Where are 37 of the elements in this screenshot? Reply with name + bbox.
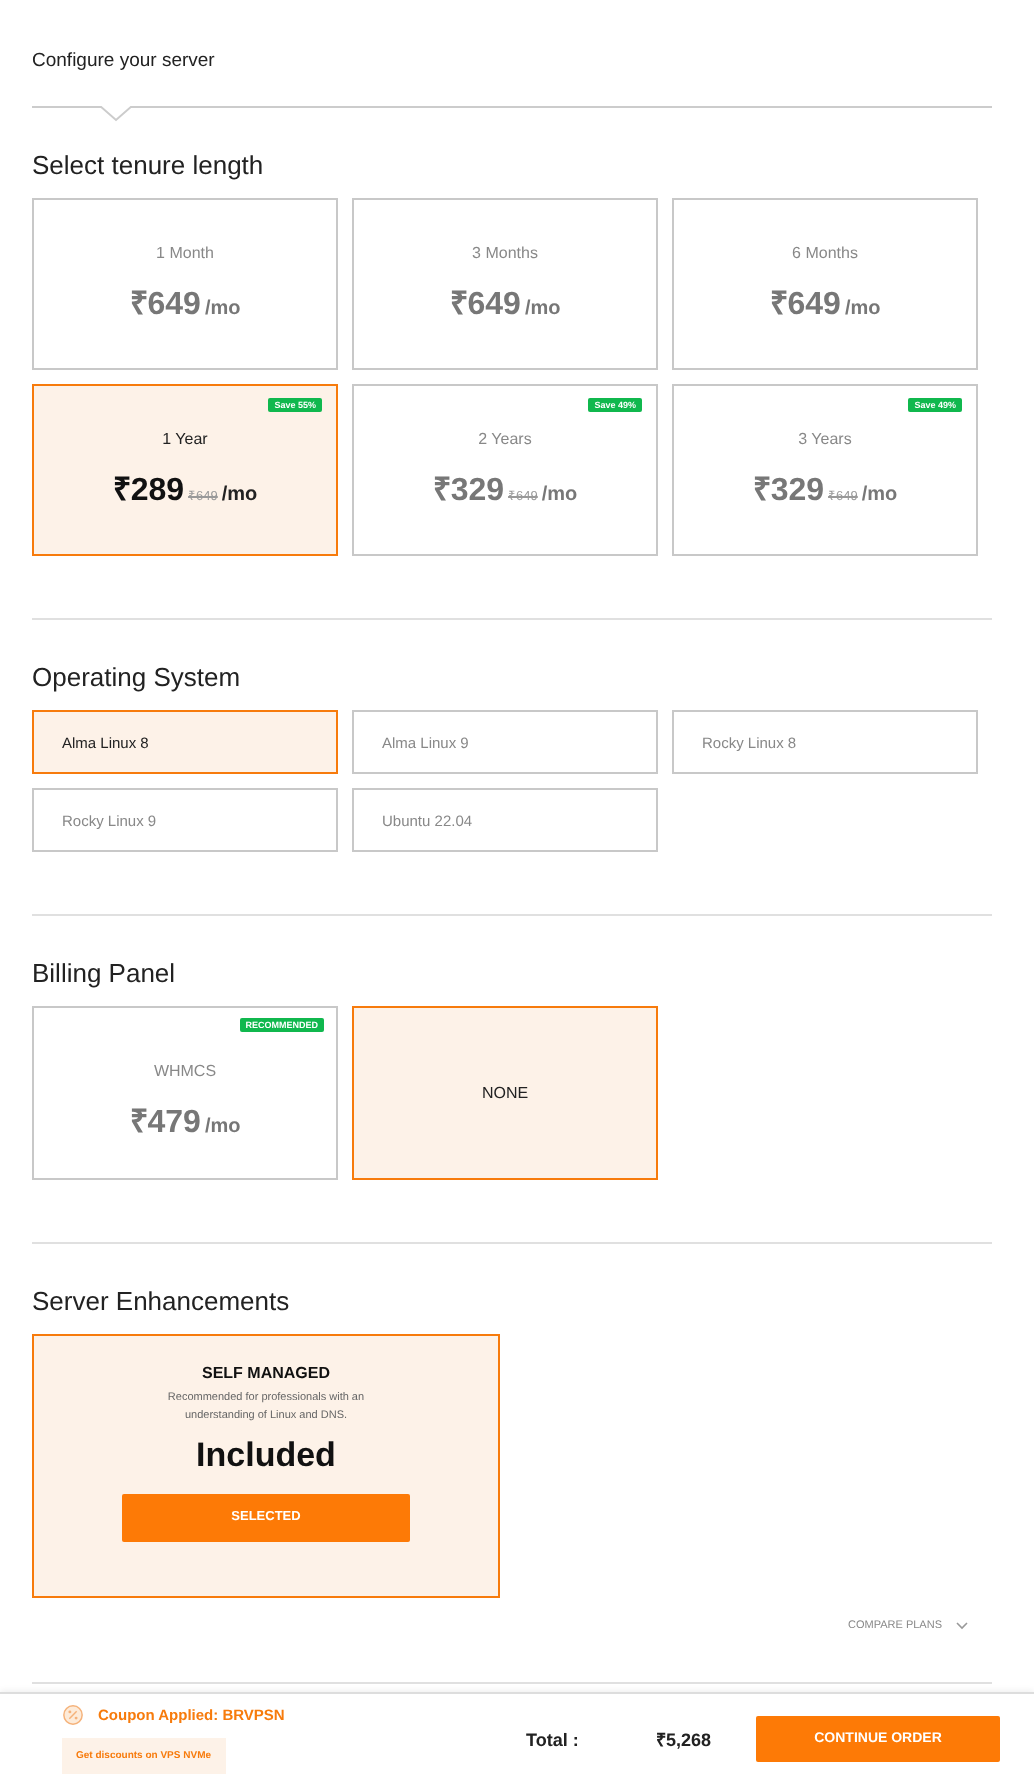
section-title: Server Enhancements [32, 1286, 290, 1316]
section-title: Select tenure length [32, 150, 264, 180]
price-unit: /mo [221, 484, 258, 506]
billing-option[interactable]: NONE [352, 1006, 658, 1180]
price-unit: /mo [844, 298, 881, 320]
plan-name: SELF MANAGED [202, 1364, 330, 1382]
tenure-label: 1 Year [162, 430, 208, 448]
panel-label: WHMCS [153, 1061, 217, 1079]
tenure-option[interactable]: 6 Months ₹649/mo [672, 198, 978, 370]
price-unit: /mo [204, 1115, 241, 1137]
tenure-label: 3 Years [798, 430, 852, 448]
tenure-label: 2 Years [478, 430, 532, 448]
price-unit: /mo [861, 484, 898, 506]
price: ₹479 [129, 1103, 201, 1141]
price: ₹649 [769, 286, 841, 324]
price: ₹329 [432, 472, 505, 510]
section-title: Operating System [32, 662, 241, 692]
price: ₹289 [112, 472, 185, 510]
tenure-label: 6 Months [792, 244, 858, 262]
panel-label: NONE [481, 1084, 529, 1102]
tenure-option[interactable]: 1 Month ₹649/mo [32, 198, 338, 370]
price: ₹649 [449, 286, 521, 324]
price-unit: /mo [541, 484, 578, 506]
price: ₹649 [129, 286, 201, 324]
total-price: ₹5,268 [656, 1728, 714, 1752]
discount-icon [62, 1704, 84, 1726]
tenure-option[interactable]: 3 Months ₹649/mo [352, 198, 658, 370]
page-title: Configure your server [32, 50, 215, 72]
plan-price: Included [196, 1435, 336, 1476]
tenure-label: 1 Month [156, 244, 214, 262]
section-title: Billing Panel [32, 958, 176, 988]
price: ₹329 [752, 472, 825, 510]
chevron-down-icon [956, 1622, 968, 1630]
tenure-label: 3 Months [472, 244, 538, 262]
total-label: Total : [526, 1729, 581, 1749]
price-unit: /mo [204, 298, 241, 320]
price-unit: /mo [524, 298, 561, 320]
